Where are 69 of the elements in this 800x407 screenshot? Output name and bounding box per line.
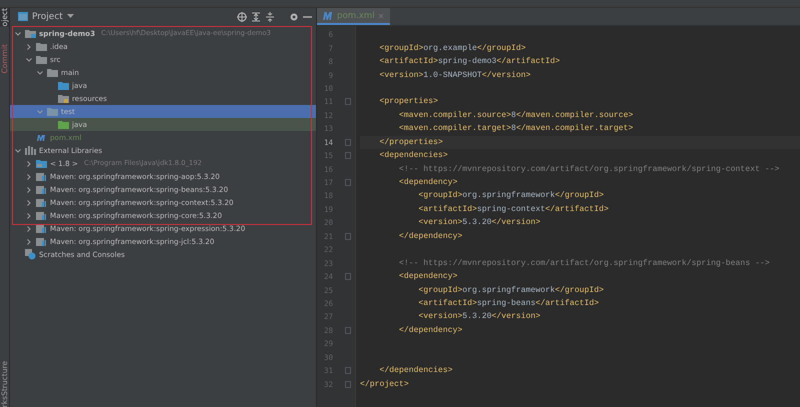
maven-file-icon — [36, 133, 47, 142]
chevron-right-icon[interactable] — [25, 224, 33, 232]
chevron-right-icon[interactable] — [25, 212, 33, 220]
code-line: <artifactId>spring-demo3</artifactId> — [378, 57, 560, 66]
code-line: <version>1.0-SNAPSHOT</version> — [378, 70, 531, 80]
chevron-down-icon[interactable] — [14, 30, 22, 38]
code-comment: <!-- https://mvnrepository.com/artifact/org.springframework/spring-context --> — [398, 164, 780, 174]
folder-icon — [47, 107, 58, 116]
fold-marker-icon[interactable] — [345, 152, 351, 160]
module-folder-icon — [25, 29, 36, 38]
code-line: <dependency> — [398, 178, 458, 188]
library-icon — [25, 146, 36, 155]
chevron-down-icon[interactable] — [14, 146, 22, 154]
code-line: <groupId>org.springframework</groupId> — [418, 191, 604, 200]
chevron-down-icon[interactable] — [36, 68, 44, 76]
folder-icon — [36, 42, 47, 51]
fold-marker-icon[interactable] — [345, 232, 351, 240]
folder-icon — [36, 159, 47, 168]
locate-icon[interactable] — [237, 12, 247, 22]
code-line: <groupId>org.springframework</groupId> — [418, 286, 604, 295]
code-line: <artifactId>spring-beans</artifactId> — [418, 298, 599, 308]
chevron-right-icon[interactable] — [25, 172, 33, 180]
code-line: </dependency> — [398, 232, 462, 241]
folder-icon — [58, 94, 69, 103]
library-icon — [36, 172, 47, 181]
library-icon — [36, 211, 47, 220]
library-icon — [36, 198, 47, 207]
chevron-right-icon[interactable] — [25, 42, 33, 50]
folder-icon — [36, 55, 47, 64]
maven-file-icon — [323, 12, 334, 20]
code-line: <groupId>org.example</groupId> — [378, 44, 526, 53]
library-icon — [36, 237, 47, 246]
folder-icon — [58, 120, 69, 129]
code-line: </dependency> — [398, 326, 462, 335]
project-window-icon — [18, 12, 28, 21]
fold-marker-icon[interactable] — [345, 98, 351, 106]
chevron-down-icon[interactable] — [25, 56, 33, 64]
code-line: <maven.compiler.source>8</maven.compiler.source> — [398, 110, 634, 120]
code-line: </project> — [360, 380, 409, 389]
fold-marker-icon[interactable] — [345, 179, 351, 186]
code-line: <artifactId>spring-context</artifactId> — [418, 204, 609, 214]
code-line: <dependency> — [398, 272, 458, 282]
folder-icon — [47, 68, 58, 77]
code-line: <properties> — [378, 97, 438, 106]
library-icon — [36, 185, 47, 194]
chevron-right-icon[interactable] — [25, 160, 33, 168]
chevron-right-icon[interactable] — [25, 238, 33, 246]
code-comment: <!-- https://mvnrepository.com/artifact/org.springframework/spring-beans --> — [398, 258, 770, 268]
code-line: </properties> — [378, 138, 443, 147]
dropdown-caret-icon[interactable] — [66, 14, 74, 19]
code-line: </dependencies> — [378, 366, 453, 376]
code-line: <version>5.3.20</version> — [418, 312, 540, 322]
fold-marker-icon[interactable] — [345, 367, 351, 374]
scratches-icon — [25, 249, 36, 260]
settings-icon[interactable] — [289, 12, 299, 22]
folder-icon — [58, 81, 69, 90]
fold-marker-icon[interactable] — [345, 380, 351, 388]
fold-marker-icon[interactable] — [345, 326, 351, 334]
chevron-right-icon[interactable] — [25, 186, 33, 194]
expand-all-icon[interactable] — [251, 12, 261, 22]
fold-marker-icon[interactable] — [345, 138, 351, 146]
code-line: <version>5.3.20</version> — [418, 218, 540, 228]
collapse-all-icon[interactable] — [265, 12, 275, 22]
fold-marker-icon[interactable] — [345, 273, 351, 280]
code-line: <dependencies> — [378, 151, 448, 160]
chevron-right-icon[interactable] — [25, 198, 33, 206]
library-icon — [36, 224, 47, 233]
panel-title: Project — [32, 12, 63, 22]
code-line: <maven.compiler.target>8</maven.compiler.target> — [398, 124, 634, 134]
